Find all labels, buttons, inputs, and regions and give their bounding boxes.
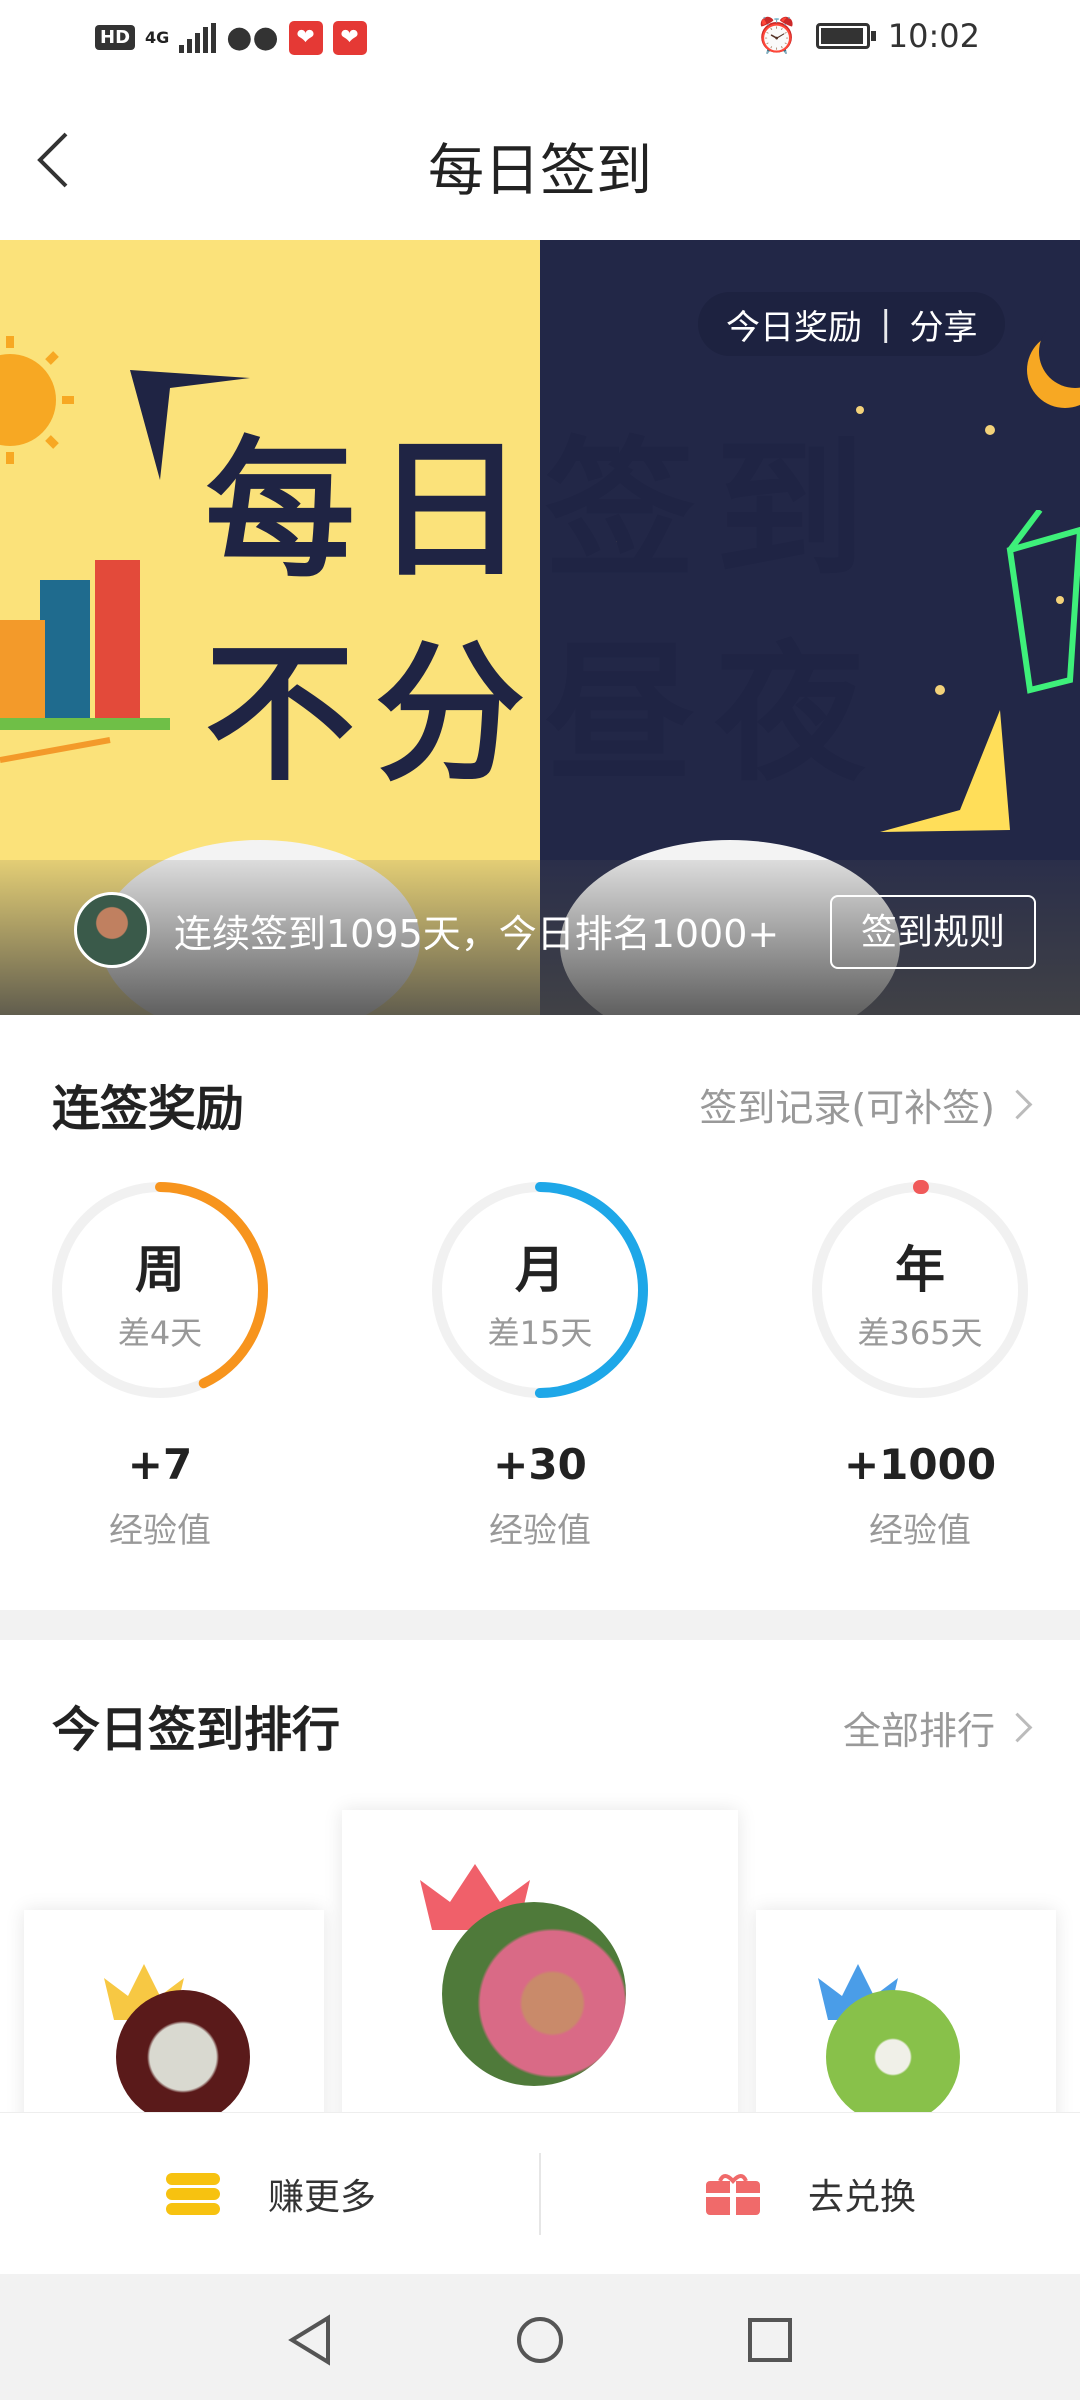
checkin-banner: 每日签到 不分昼夜 今日奖励 | 分享 连续签到1095天，今日排名1000+ …	[0, 240, 1080, 1015]
days-remaining: 差4天	[117, 1314, 203, 1352]
streak-rewards-title: 连签奖励	[52, 1081, 245, 1137]
user-avatar[interactable]	[74, 892, 150, 968]
reward-unit: 经验值	[109, 1511, 211, 1551]
chevron-right-icon	[1002, 1089, 1033, 1120]
checkin-record-link[interactable]: 签到记录(可补签)	[699, 1077, 1033, 1132]
reward-points: +7	[127, 1440, 193, 1489]
period-label: 年	[895, 1241, 945, 1299]
city-decoration	[0, 560, 170, 763]
system-nav-bar	[0, 2274, 1080, 2400]
reward-unit: 经验值	[869, 1511, 971, 1551]
reward-unit: 经验值	[489, 1511, 591, 1551]
progress-ring-month: 月 差15天	[430, 1180, 650, 1400]
page-title: 每日签到	[428, 139, 652, 204]
reward-share-pill: 今日奖励 | 分享	[698, 292, 1006, 356]
redeem-label: 去兑换	[808, 2177, 917, 2218]
wechat-icon: ●●	[226, 20, 279, 55]
status-right: ⏰ 10:02	[755, 16, 980, 56]
reward-week[interactable]: 周 差4天 +7 经验值	[50, 1180, 270, 1552]
reward-month[interactable]: 月 差15天 +30 经验值	[430, 1180, 650, 1552]
action-divider	[539, 2153, 541, 2235]
days-remaining: 差365天	[857, 1314, 983, 1352]
all-ranking-link[interactable]: 全部排行	[842, 1700, 1033, 1755]
network-type: 4G	[145, 28, 170, 47]
banner-headline-line2: 不分昼夜	[205, 640, 885, 790]
rank-avatar	[116, 1990, 250, 2124]
nav-recents-icon[interactable]	[746, 2316, 794, 2364]
coins-icon	[166, 2173, 220, 2215]
period-label: 月	[515, 1241, 565, 1299]
reward-year[interactable]: 年 差365天 +1000 经验值	[810, 1180, 1030, 1552]
all-ranking-label: 全部排行	[842, 1709, 995, 1753]
reward-points: +1000	[843, 1440, 997, 1489]
banner-headline-line1: 每日签到	[205, 436, 885, 586]
earn-more-button[interactable]: 赚更多	[164, 2113, 376, 2275]
status-bar: HD 4G ●● ❤ ❤ ⏰ 10:02	[0, 0, 1080, 78]
gift-icon	[706, 2174, 760, 2215]
streak-rewards-section: 连签奖励 签到记录(可补签) 周 差4天 +7 经验值 月 差15天 +30 经…	[0, 1015, 1080, 1610]
neon-cup-decoration	[1006, 510, 1080, 694]
status-left: HD 4G ●● ❤ ❤	[95, 20, 367, 55]
streak-text: 连续签到1095天，今日排名1000+	[174, 911, 780, 956]
nav-back-icon[interactable]	[286, 2314, 334, 2366]
signal-icon	[179, 22, 217, 53]
share-link[interactable]: 分享	[909, 300, 977, 349]
hd-indicator: HD	[95, 25, 136, 50]
app-notification-icon-2: ❤	[332, 20, 367, 55]
headline-text-2: 不分昼夜	[205, 628, 886, 802]
rank-avatar	[826, 1990, 960, 2124]
rank-avatar	[442, 1902, 626, 2086]
period-label: 周	[135, 1241, 185, 1299]
checkin-rules-button[interactable]: 签到规则	[830, 895, 1036, 969]
streak-info: 连续签到1095天，今日排名1000+	[74, 892, 779, 968]
app-header: 每日签到	[0, 78, 1080, 240]
alarm-icon: ⏰	[755, 16, 798, 56]
battery-icon	[815, 23, 876, 49]
progress-ring-year: 年 差365天	[810, 1180, 1030, 1400]
clock-time: 10:02	[887, 17, 980, 55]
app-notification-icon: ❤	[288, 20, 323, 55]
earn-more-label: 赚更多	[268, 2177, 377, 2218]
checkin-record-label: 签到记录(可补签)	[699, 1086, 995, 1130]
today-reward-link[interactable]: 今日奖励	[726, 300, 862, 349]
ranking-title: 今日签到排行	[52, 1702, 341, 1758]
bottom-action-bar: 赚更多 去兑换	[0, 2112, 1080, 2275]
bracket-bottom-right	[880, 710, 1010, 832]
redeem-button[interactable]: 去兑换	[704, 2113, 916, 2275]
headline-text-1: 每日签到	[205, 424, 886, 598]
pill-separator: |	[880, 304, 892, 344]
progress-ring-week: 周 差4天	[50, 1180, 270, 1400]
days-remaining: 差15天	[487, 1314, 593, 1352]
sun-icon	[0, 336, 74, 464]
chevron-right-icon	[1002, 1712, 1033, 1743]
reward-points: +30	[493, 1440, 587, 1489]
nav-home-icon[interactable]	[514, 2314, 566, 2366]
